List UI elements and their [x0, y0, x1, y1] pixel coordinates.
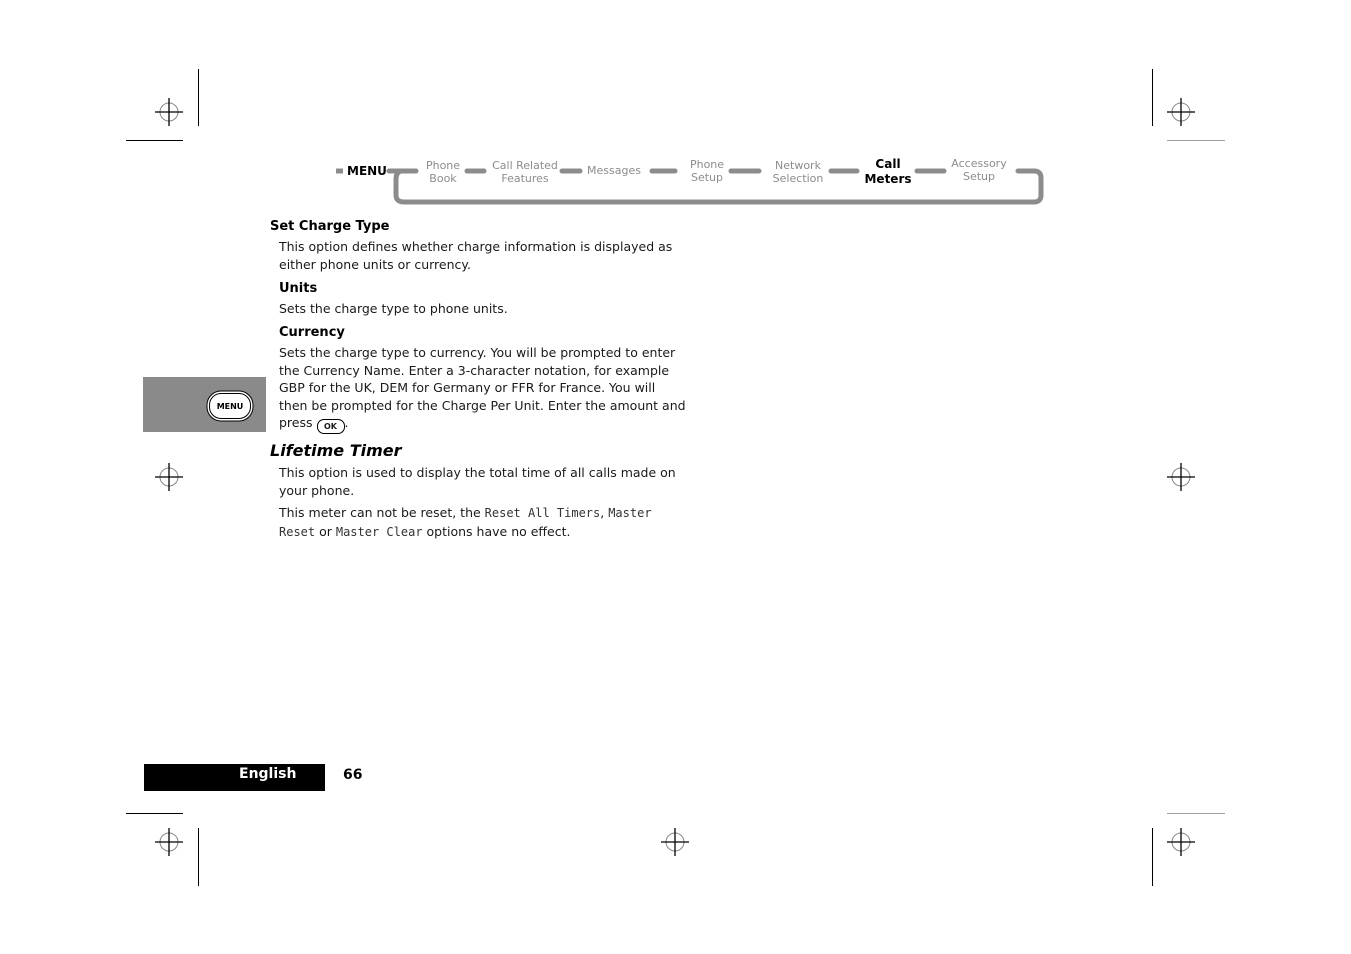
- text-line: This option defines whether charge infor…: [279, 239, 673, 254]
- language-label: English: [239, 766, 297, 782]
- text-line: This option is used to display the total…: [279, 465, 676, 480]
- option-master-clear: Master Clear: [335, 524, 423, 539]
- nav-menu-root: MENU: [347, 164, 387, 178]
- currency-description: Sets the charge type to currency. You wi…: [279, 344, 689, 435]
- crop-mark-top-right-horizontal: [1167, 140, 1225, 141]
- registration-target-icon: [155, 98, 183, 126]
- crop-mark-bottom-right-horizontal: [1167, 813, 1225, 814]
- registration-target-icon: [155, 828, 183, 856]
- ok-key-icon: OK: [316, 419, 345, 435]
- nav-item-label: Network: [775, 159, 821, 172]
- crop-mark-top-right-vertical: [1152, 69, 1153, 126]
- text-fragment: .: [344, 415, 349, 431]
- nav-item-label: Phone: [425, 159, 461, 172]
- text-fragment: or: [315, 523, 336, 539]
- nav-item-call-related-features: Call Related Features: [492, 159, 558, 185]
- nav-item-accessory-setup: Accessory Setup: [951, 157, 1006, 183]
- registration-target-icon: [661, 828, 689, 856]
- nav-item-label: Meters: [864, 172, 912, 186]
- registration-target-icon: [1167, 98, 1195, 126]
- nav-item-label: Call Related: [492, 159, 558, 172]
- text-fragment: ,: [600, 505, 609, 520]
- lifetime-timer-description: This option is used to display the total…: [279, 464, 689, 499]
- registration-target-icon: [155, 463, 183, 491]
- nav-item-label: Selection: [772, 172, 824, 185]
- text-line: GBP for the UK, DEM for Germany or FFR f…: [279, 380, 656, 396]
- nav-item-label: Messages: [587, 164, 641, 177]
- nav-item-label: Phone: [689, 158, 725, 171]
- text-line: This meter can not be reset, the Reset A…: [279, 504, 689, 523]
- nav-item-label: Setup: [962, 170, 996, 183]
- section-heading-lifetime-timer: Lifetime Timer: [270, 441, 402, 460]
- text-line: Sets the charge type to currency. You wi…: [279, 345, 676, 360]
- option-reset-all-timers: Reset All Timers: [484, 506, 601, 520]
- subheading-units: Units: [279, 281, 318, 296]
- crop-mark-top-left-horizontal: [126, 140, 183, 141]
- nav-item-phone-setup: Phone Setup: [690, 158, 724, 184]
- nav-item-label: Setup: [690, 171, 724, 184]
- nav-item-label: Accessory: [951, 157, 1007, 170]
- text-line: Reset or Master Clear options have no ef…: [279, 523, 689, 542]
- nav-item-phone-book: Phone Book: [426, 159, 460, 185]
- text-line: press OK.: [279, 414, 689, 435]
- nav-item-messages: Messages: [587, 164, 641, 177]
- text-line: either phone units or currency.: [279, 256, 471, 272]
- nav-item-label: Features: [501, 172, 549, 185]
- text-fragment: options have no effect.: [422, 523, 571, 539]
- crop-mark-top-left-vertical: [198, 69, 199, 126]
- text-line: then be prompted for the Charge Per Unit…: [279, 397, 686, 413]
- registration-target-icon: [1167, 463, 1195, 491]
- registration-target-icon: [1167, 828, 1195, 856]
- nav-item-label: Call: [875, 157, 901, 171]
- option-master-reset-part1: Master: [608, 506, 652, 520]
- set-charge-type-description: This option defines whether charge infor…: [279, 238, 689, 273]
- menu-key-icon: MENU: [209, 393, 251, 419]
- units-description: Sets the charge type to phone units.: [279, 301, 508, 316]
- text-line: your phone.: [279, 482, 355, 498]
- option-master-reset-part2: Reset: [279, 524, 316, 539]
- crop-mark-bottom-right-vertical: [1152, 828, 1153, 886]
- nav-item-call-meters: Call Meters: [864, 157, 911, 187]
- section-heading-set-charge-type: Set Charge Type: [270, 219, 390, 234]
- subheading-currency: Currency: [279, 325, 345, 340]
- crop-mark-bottom-left-horizontal: [126, 813, 183, 814]
- text-fragment: This meter can not be reset, the: [279, 505, 485, 520]
- nav-item-network-selection: Network Selection: [773, 159, 824, 185]
- nav-item-label: Book: [429, 172, 457, 185]
- lifetime-timer-note: This meter can not be reset, the Reset A…: [279, 504, 689, 541]
- text-line: the Currency Name. Enter a 3-character n…: [279, 362, 670, 378]
- language-bar: [144, 764, 325, 791]
- text-fragment: press: [279, 415, 313, 431]
- page-number: 66: [343, 767, 363, 783]
- crop-mark-bottom-left-vertical: [198, 828, 199, 886]
